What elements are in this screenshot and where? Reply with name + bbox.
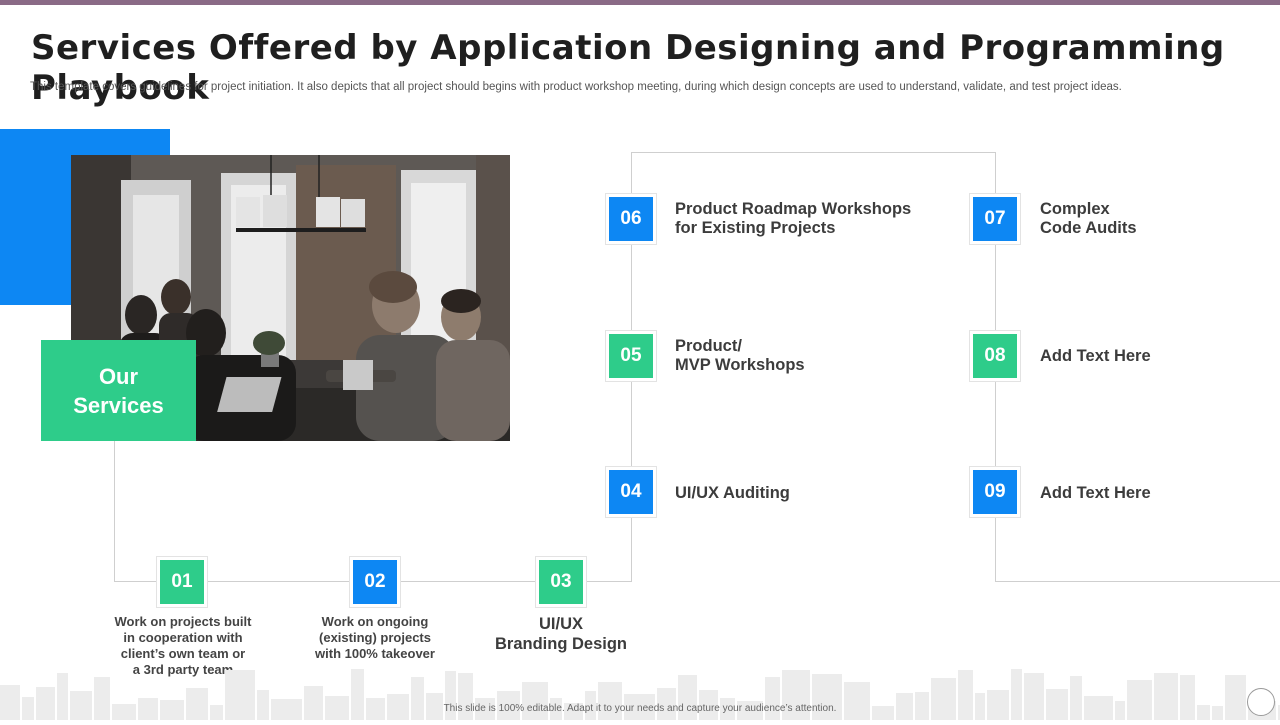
service-number-01: 01 (160, 560, 204, 604)
our-services-label: Our Services (73, 363, 164, 418)
service-label-02: Work on ongoing (existing) projects with… (315, 614, 435, 661)
service-number-03: 03 (539, 560, 583, 604)
footer-note: This slide is 100% editable. Adapt it to… (443, 703, 837, 714)
service-label-09: Add Text Here (1040, 484, 1151, 502)
service-number-08: 08 (973, 334, 1017, 378)
slide-title: Services Offered by Application Designin… (31, 28, 1225, 108)
service-number-09: 09 (973, 470, 1017, 514)
service-label-07: Complex Code Audits (1040, 200, 1137, 237)
service-number-06: 06 (609, 197, 653, 241)
service-number-02: 02 (353, 560, 397, 604)
service-number-05: 05 (609, 334, 653, 378)
circle-icon[interactable] (1247, 688, 1275, 716)
service-label-03: UI/UX Branding Design (494, 615, 627, 653)
service-label-05: Product/ MVP Workshops (675, 337, 805, 374)
service-label-06: Product Roadmap Workshops for Existing P… (675, 200, 912, 237)
top-accent-bar (0, 0, 1280, 5)
our-services-panel: Our Services (41, 340, 196, 441)
service-label-08: Add Text Here (1040, 347, 1151, 365)
connector-line (631, 152, 996, 153)
connector-line (995, 581, 1280, 582)
connector-line (114, 441, 115, 582)
service-number-07: 07 (973, 197, 1017, 241)
service-number-04: 04 (609, 470, 653, 514)
service-label-04: UI/UX Auditing (675, 484, 790, 502)
slide-subtitle: This template covers guidelines for proj… (30, 81, 1122, 93)
